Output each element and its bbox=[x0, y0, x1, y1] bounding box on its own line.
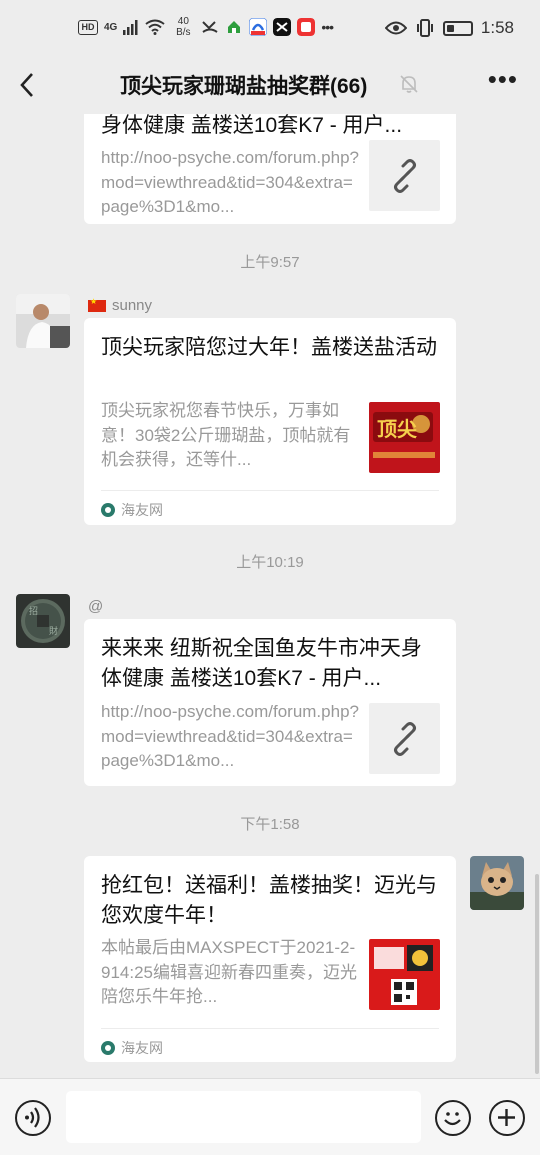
card-description: http://noo-psyche.com/forum.php?mod=view… bbox=[101, 148, 359, 216]
link-card[interactable]: 抢红包！送福利！盖楼抽奖！迈光与您欢度牛年！ 本帖最后由MAXSPECT于202… bbox=[84, 856, 456, 1062]
haiyou-logo-icon bbox=[101, 503, 115, 517]
scrollbar[interactable] bbox=[535, 874, 539, 1074]
card-source: 海友网 bbox=[101, 500, 163, 520]
card-thumbnail bbox=[369, 140, 440, 211]
back-arrow-icon bbox=[20, 73, 33, 97]
card-thumbnail bbox=[369, 703, 440, 774]
svg-text:招: 招 bbox=[29, 605, 38, 616]
card-divider bbox=[101, 490, 439, 491]
red-app-icon bbox=[297, 18, 316, 36]
network-speed: 40 B/s bbox=[171, 16, 195, 38]
battery-icon bbox=[442, 20, 473, 36]
voice-icon bbox=[25, 1107, 40, 1128]
timestamp: 上午9:57 bbox=[240, 254, 300, 271]
sender-name: @ bbox=[88, 598, 103, 615]
more-actions-button[interactable] bbox=[489, 1100, 525, 1136]
card-source: 海友网 bbox=[101, 1038, 163, 1058]
chat-area[interactable]: 身体健康 盖楼送10套K7 - 用户... http://noo-psyche.… bbox=[0, 114, 540, 1078]
sender-label: sunny bbox=[112, 297, 153, 314]
eye-icon bbox=[384, 21, 407, 35]
more-button[interactable]: ••• bbox=[488, 64, 518, 94]
speed-value: 40 bbox=[177, 16, 189, 27]
hd-badge: HD bbox=[78, 19, 98, 35]
vibrate-icon bbox=[416, 19, 433, 37]
avatar[interactable]: 招財 bbox=[16, 594, 70, 648]
card-thumbnail bbox=[369, 939, 440, 1010]
timestamp: 上午10:19 bbox=[236, 554, 304, 571]
mute-bell-icon bbox=[400, 75, 418, 93]
card-title: 身体健康 盖楼送10套K7 - 用户... bbox=[101, 114, 403, 137]
haiyou-logo-icon bbox=[101, 1041, 115, 1055]
card-title: 顶尖玩家陪您过大年！盖楼送盐活动 bbox=[101, 336, 437, 359]
link-card[interactable]: 身体健康 盖楼送10套K7 - 用户... http://noo-psyche.… bbox=[84, 114, 456, 224]
input-bar bbox=[0, 1078, 540, 1155]
voice-button[interactable] bbox=[15, 1100, 51, 1136]
link-card[interactable]: 顶尖玩家陪您过大年！盖楼送盐活动 顶尖玩家祝您春节快乐，万事如意！30袋2公斤珊… bbox=[84, 318, 456, 525]
network-type: 4G bbox=[104, 21, 118, 33]
card-title: 来来来 纽斯祝全国鱼友牛市冲天身体健康 盖楼送10套K7 - 用户... bbox=[101, 637, 422, 690]
back-button[interactable] bbox=[14, 70, 44, 100]
card-divider bbox=[101, 1028, 439, 1029]
china-flag-icon bbox=[88, 297, 106, 312]
emoji-button[interactable] bbox=[435, 1100, 471, 1136]
status-bar: HD 4G 40 B/s ••• 1:58 bbox=[0, 0, 540, 62]
more-dots-icon: ••• bbox=[487, 64, 518, 94]
message-input[interactable] bbox=[66, 1091, 421, 1143]
card-title: 抢红包！送福利！盖楼抽奖！迈光与您欢度牛年！ bbox=[101, 874, 437, 927]
status-left: HD 4G 40 B/s ••• bbox=[78, 16, 334, 38]
sender-name: sunny bbox=[88, 297, 152, 314]
card-description: http://noo-psyche.com/forum.php?mod=view… bbox=[101, 702, 359, 770]
card-description: 本帖最后由MAXSPECT于2021-2-914:25编辑喜迎新春四重奏，迈光陪… bbox=[101, 938, 357, 1006]
link-card[interactable]: 来来来 纽斯祝全国鱼友牛市冲天身体健康 盖楼送10套K7 - 用户... htt… bbox=[84, 619, 456, 786]
signal-icon bbox=[123, 20, 138, 35]
timestamp: 下午1:58 bbox=[240, 816, 300, 833]
avatar[interactable] bbox=[16, 294, 70, 348]
capcut-app-icon bbox=[273, 18, 292, 36]
status-right: 1:58 bbox=[384, 18, 514, 38]
card-description: 顶尖玩家祝您春节快乐，万事如意！30袋2公斤珊瑚盐，顶帖就有机会获得，还等什..… bbox=[101, 401, 351, 469]
missed-call-icon bbox=[202, 21, 218, 33]
svg-text:財: 財 bbox=[49, 625, 58, 636]
overflow-dots-icon: ••• bbox=[321, 19, 334, 35]
link-icon bbox=[393, 158, 416, 193]
status-time: 1:58 bbox=[480, 18, 514, 37]
emoji-icon bbox=[444, 1112, 461, 1126]
svg-text:顶尖: 顶尖 bbox=[377, 417, 417, 441]
sender-label: @ bbox=[88, 598, 104, 615]
my-avatar[interactable] bbox=[470, 856, 524, 910]
baidu-app-icon bbox=[249, 18, 268, 36]
card-thumbnail: 顶尖 bbox=[369, 402, 440, 473]
source-label: 海友网 bbox=[121, 1040, 163, 1056]
source-label: 海友网 bbox=[121, 502, 163, 518]
home-app-icon bbox=[228, 21, 241, 33]
nav-bar: 顶尖玩家珊瑚盐抽奖群(66) ••• bbox=[0, 62, 540, 114]
wifi-icon bbox=[145, 19, 165, 35]
link-icon bbox=[393, 721, 416, 756]
battery-fill bbox=[446, 24, 454, 32]
plus-icon bbox=[498, 1109, 515, 1126]
speed-unit: B/s bbox=[176, 27, 191, 38]
chat-title: 顶尖玩家珊瑚盐抽奖群(66) bbox=[120, 75, 368, 98]
